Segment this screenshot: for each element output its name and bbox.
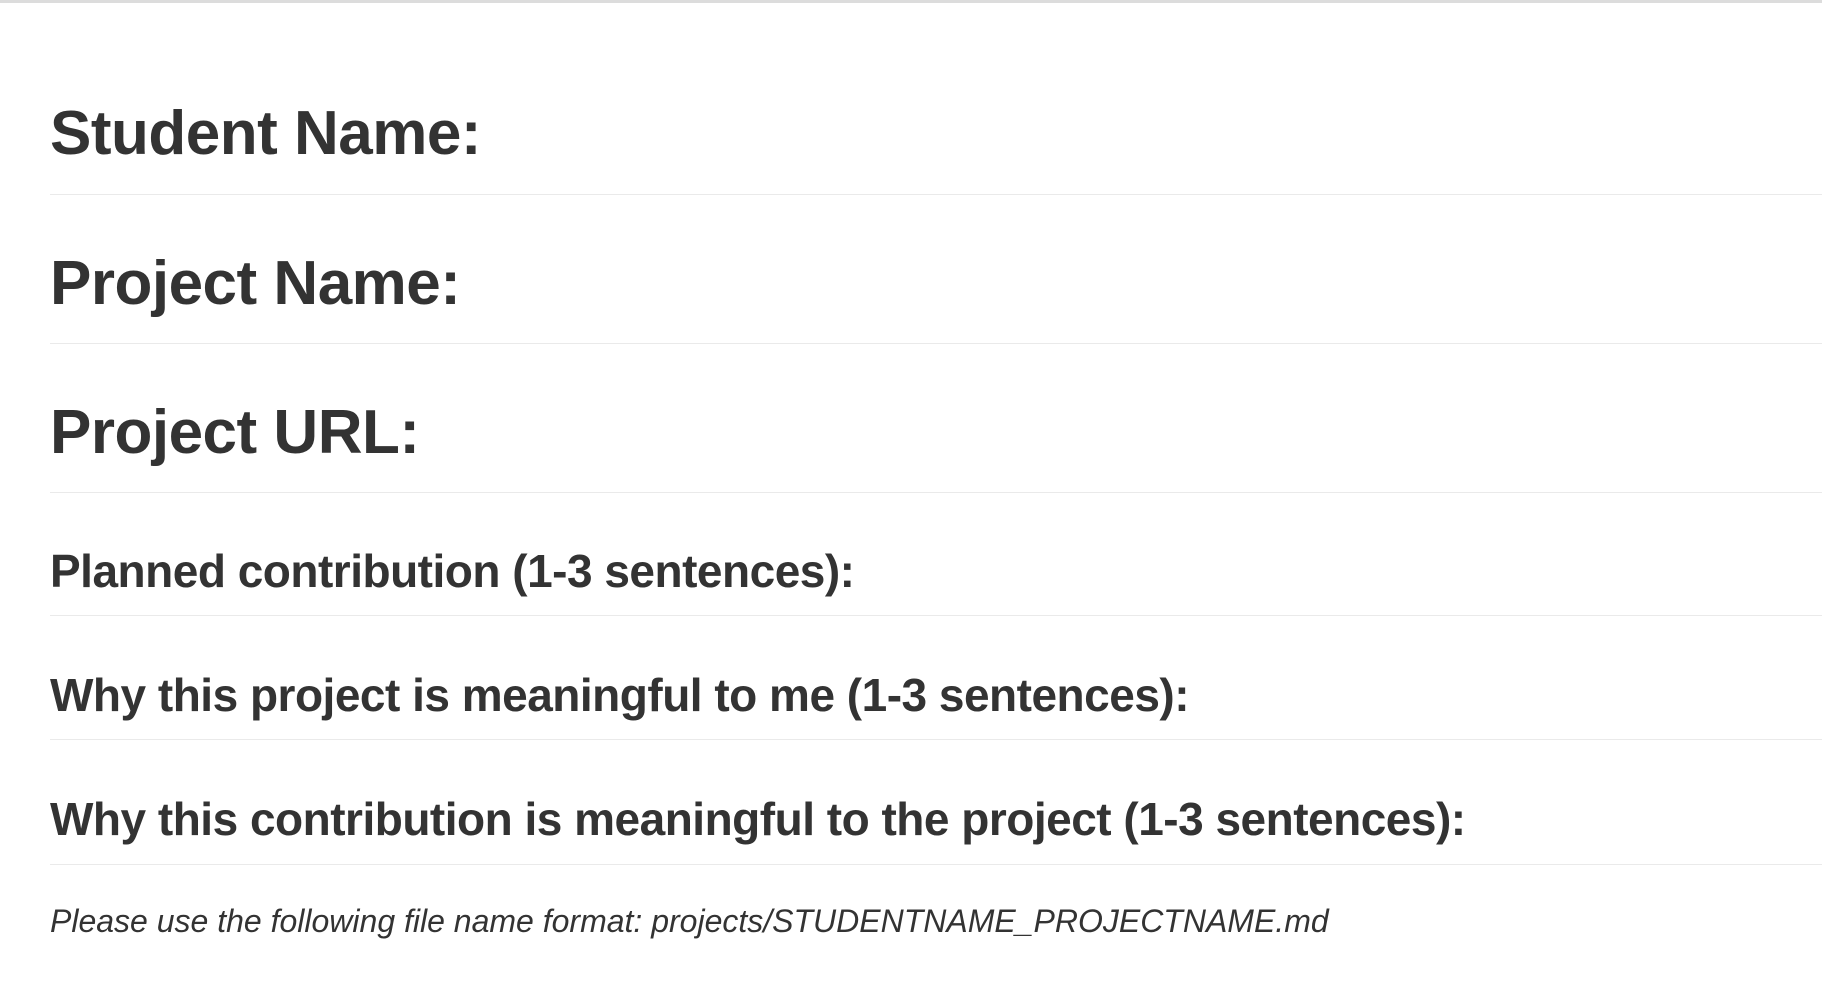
- heading-planned-contribution: Planned contribution (1-3 sentences):: [50, 548, 1822, 616]
- top-divider: [0, 0, 1822, 3]
- heading-student-name: Student Name:: [50, 103, 1822, 195]
- heading-project-url: Project URL:: [50, 402, 1822, 493]
- heading-why-meaningful-to-project: Why this contribution is meaningful to t…: [50, 796, 1822, 865]
- heading-project-name: Project Name:: [50, 253, 1822, 344]
- heading-why-meaningful-to-me: Why this project is meaningful to me (1-…: [50, 672, 1822, 740]
- file-name-format-note: Please use the following file name forma…: [50, 903, 1329, 939]
